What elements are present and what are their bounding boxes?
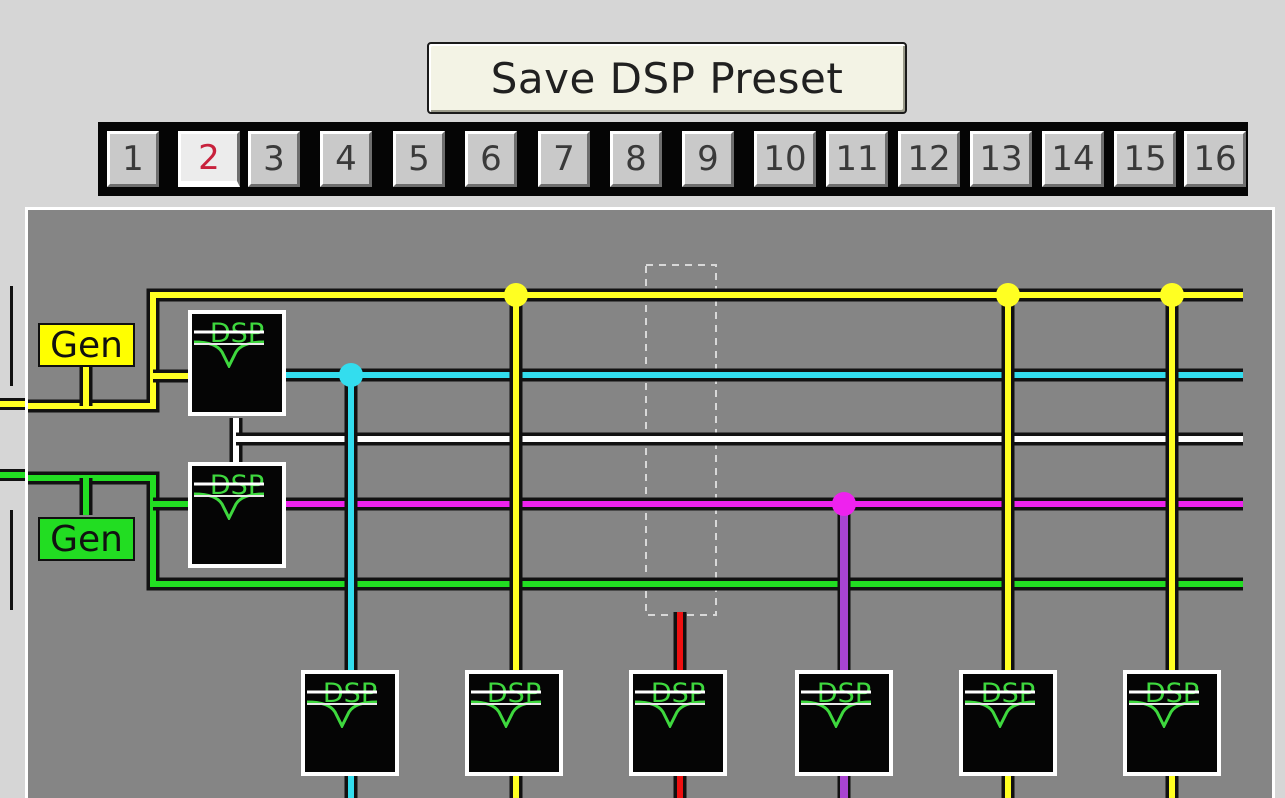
- preset-button-16[interactable]: 16: [1184, 131, 1246, 187]
- generator-green[interactable]: Gen: [38, 517, 135, 561]
- eq-curve-icon: [634, 690, 706, 728]
- preset-button-2[interactable]: 2: [178, 131, 240, 187]
- white-bus: [229, 418, 1243, 465]
- eq-curve-icon: [964, 690, 1036, 728]
- preset-button-6[interactable]: 6: [465, 131, 517, 187]
- preset-button-14[interactable]: 14: [1042, 131, 1104, 187]
- preset-button-9[interactable]: 9: [682, 131, 734, 187]
- dsp-block-output-3[interactable]: DSP: [629, 670, 727, 776]
- eq-curve-icon: [193, 330, 265, 368]
- preset-button-1[interactable]: 1: [107, 131, 159, 187]
- preset-button-10[interactable]: 10: [754, 131, 816, 187]
- eq-curve-icon: [470, 690, 542, 728]
- preset-button-12[interactable]: 12: [898, 131, 960, 187]
- eq-curve-icon: [306, 690, 378, 728]
- preset-button-3[interactable]: 3: [248, 131, 300, 187]
- preset-button-4[interactable]: 4: [320, 131, 372, 187]
- preset-button-11[interactable]: 11: [826, 131, 888, 187]
- routing-canvas: Gen Gen DSP DSP DSP DSP DSP DSP DSP DSP: [25, 207, 1275, 798]
- preset-button-15[interactable]: 15: [1114, 131, 1176, 187]
- dsp-block-output-4[interactable]: DSP: [795, 670, 893, 776]
- save-dsp-preset-button[interactable]: Save DSP Preset: [427, 42, 907, 114]
- preset-button-7[interactable]: 7: [538, 131, 590, 187]
- dsp-block-input-2[interactable]: DSP: [188, 462, 286, 568]
- preset-selector: 1 2 3 4 5 6 7 8 9 10 11 12 13 14 15 16: [98, 122, 1248, 196]
- dsp-block-output-5[interactable]: DSP: [959, 670, 1057, 776]
- eq-curve-icon: [1128, 690, 1200, 728]
- preset-button-8[interactable]: 8: [610, 131, 662, 187]
- dsp-block-output-6[interactable]: DSP: [1123, 670, 1221, 776]
- eq-curve-icon: [800, 690, 872, 728]
- dsp-block-output-1[interactable]: DSP: [301, 670, 399, 776]
- preset-button-5[interactable]: 5: [393, 131, 445, 187]
- dsp-block-output-2[interactable]: DSP: [465, 670, 563, 776]
- eq-curve-icon: [193, 482, 265, 520]
- generator-yellow[interactable]: Gen: [38, 323, 135, 367]
- dsp-block-input-1[interactable]: DSP: [188, 310, 286, 416]
- preset-button-13[interactable]: 13: [970, 131, 1032, 187]
